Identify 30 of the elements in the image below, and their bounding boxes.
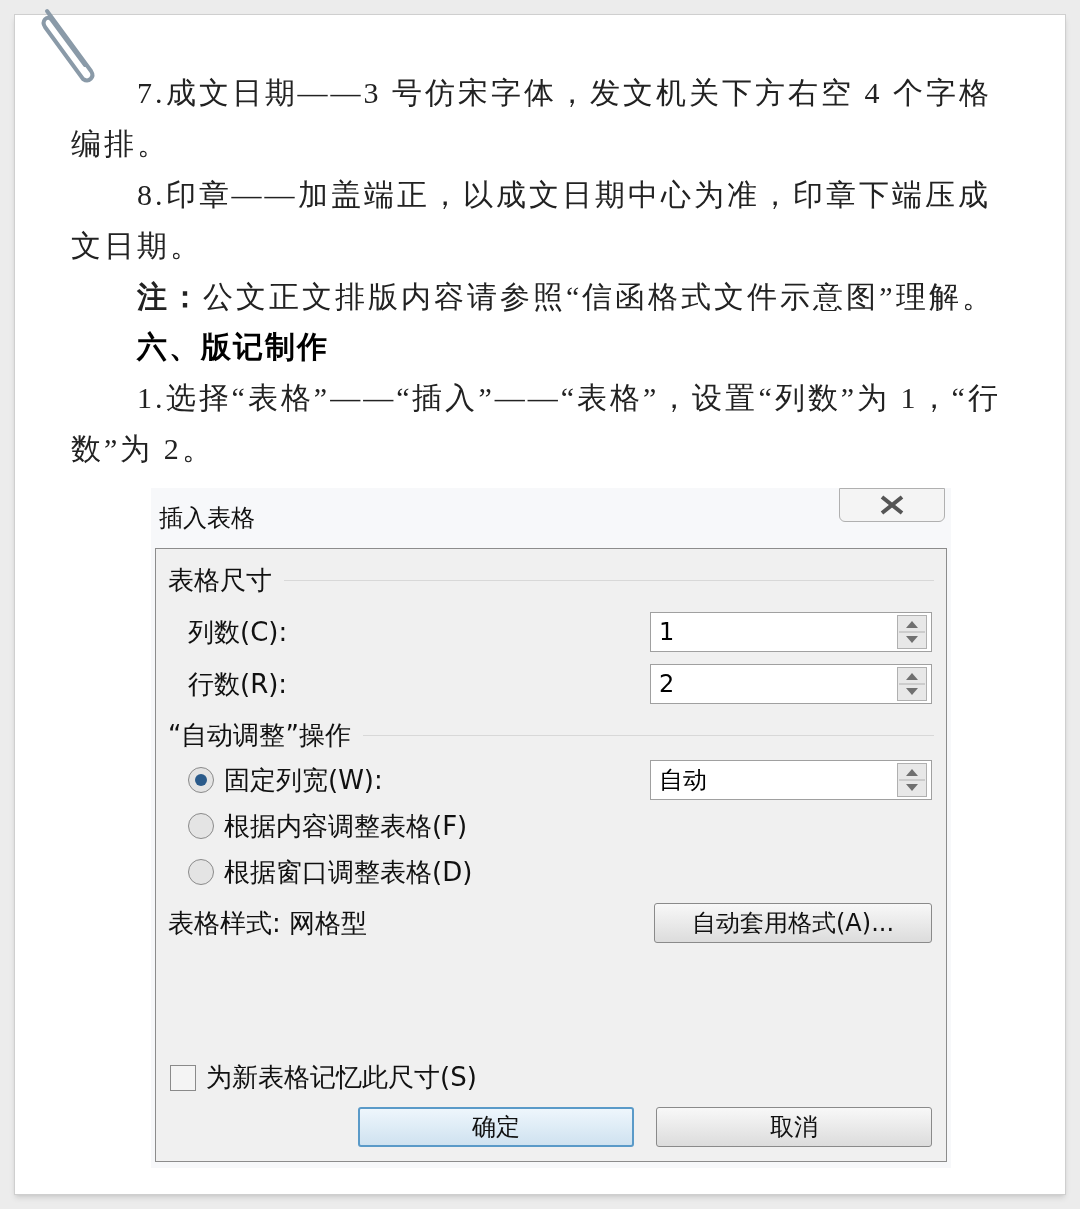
window-title: 插入表格 xyxy=(159,503,255,534)
group-title: 表格尺寸 xyxy=(168,564,272,597)
close-button[interactable] xyxy=(839,488,945,522)
autoformat-button[interactable]: 自动套用格式(A)... xyxy=(654,903,932,943)
field-label: 列数(C): xyxy=(188,615,288,649)
spinner-arrows-icon[interactable] xyxy=(897,615,927,649)
checkbox-label: 为新表格记忆此尺寸(S) xyxy=(206,1061,477,1094)
paragraph: 7.成文日期——3 号仿宋字体，发文机关下方右空 4 个字格编排。 xyxy=(71,75,993,162)
spin-field[interactable]: 2 xyxy=(650,664,932,704)
dialog-button[interactable]: 确定 xyxy=(358,1107,634,1147)
spin-field[interactable]: 自动 xyxy=(650,760,932,800)
paragraph: 1.选择“表格”——“插入”——“表格”，设置“列数”为 1，“行数”为 2。 xyxy=(71,380,1002,467)
paragraph: 注：公文正文排版内容请参照“信函格式文件示意图”理解。 xyxy=(136,279,996,315)
spin-field[interactable]: 1 xyxy=(650,612,932,652)
group-title: “自动调整”操作 xyxy=(168,719,351,752)
radio-button[interactable] xyxy=(188,767,214,793)
radio-label: 固定列宽(W): xyxy=(224,763,383,797)
close-icon xyxy=(879,495,905,515)
field-label: 行数(R): xyxy=(188,667,288,701)
spinner-arrows-icon[interactable] xyxy=(897,763,927,797)
section-heading: 六、版记制作 xyxy=(135,328,330,366)
dialog-button[interactable]: 取消 xyxy=(656,1107,932,1147)
paragraph: 8.印章——加盖端正，以成文日期中心为准，印章下端压成文日期。 xyxy=(71,177,992,264)
radio-button[interactable] xyxy=(188,859,214,885)
radio-label: 根据内容调整表格(F) xyxy=(224,809,468,843)
radio-label: 根据窗口调整表格(D) xyxy=(224,855,473,889)
spinner-arrows-icon[interactable] xyxy=(897,667,927,701)
radio-button[interactable] xyxy=(188,813,214,839)
checkbox[interactable] xyxy=(170,1064,196,1091)
style-label: 表格样式: 网格型 xyxy=(168,906,368,940)
